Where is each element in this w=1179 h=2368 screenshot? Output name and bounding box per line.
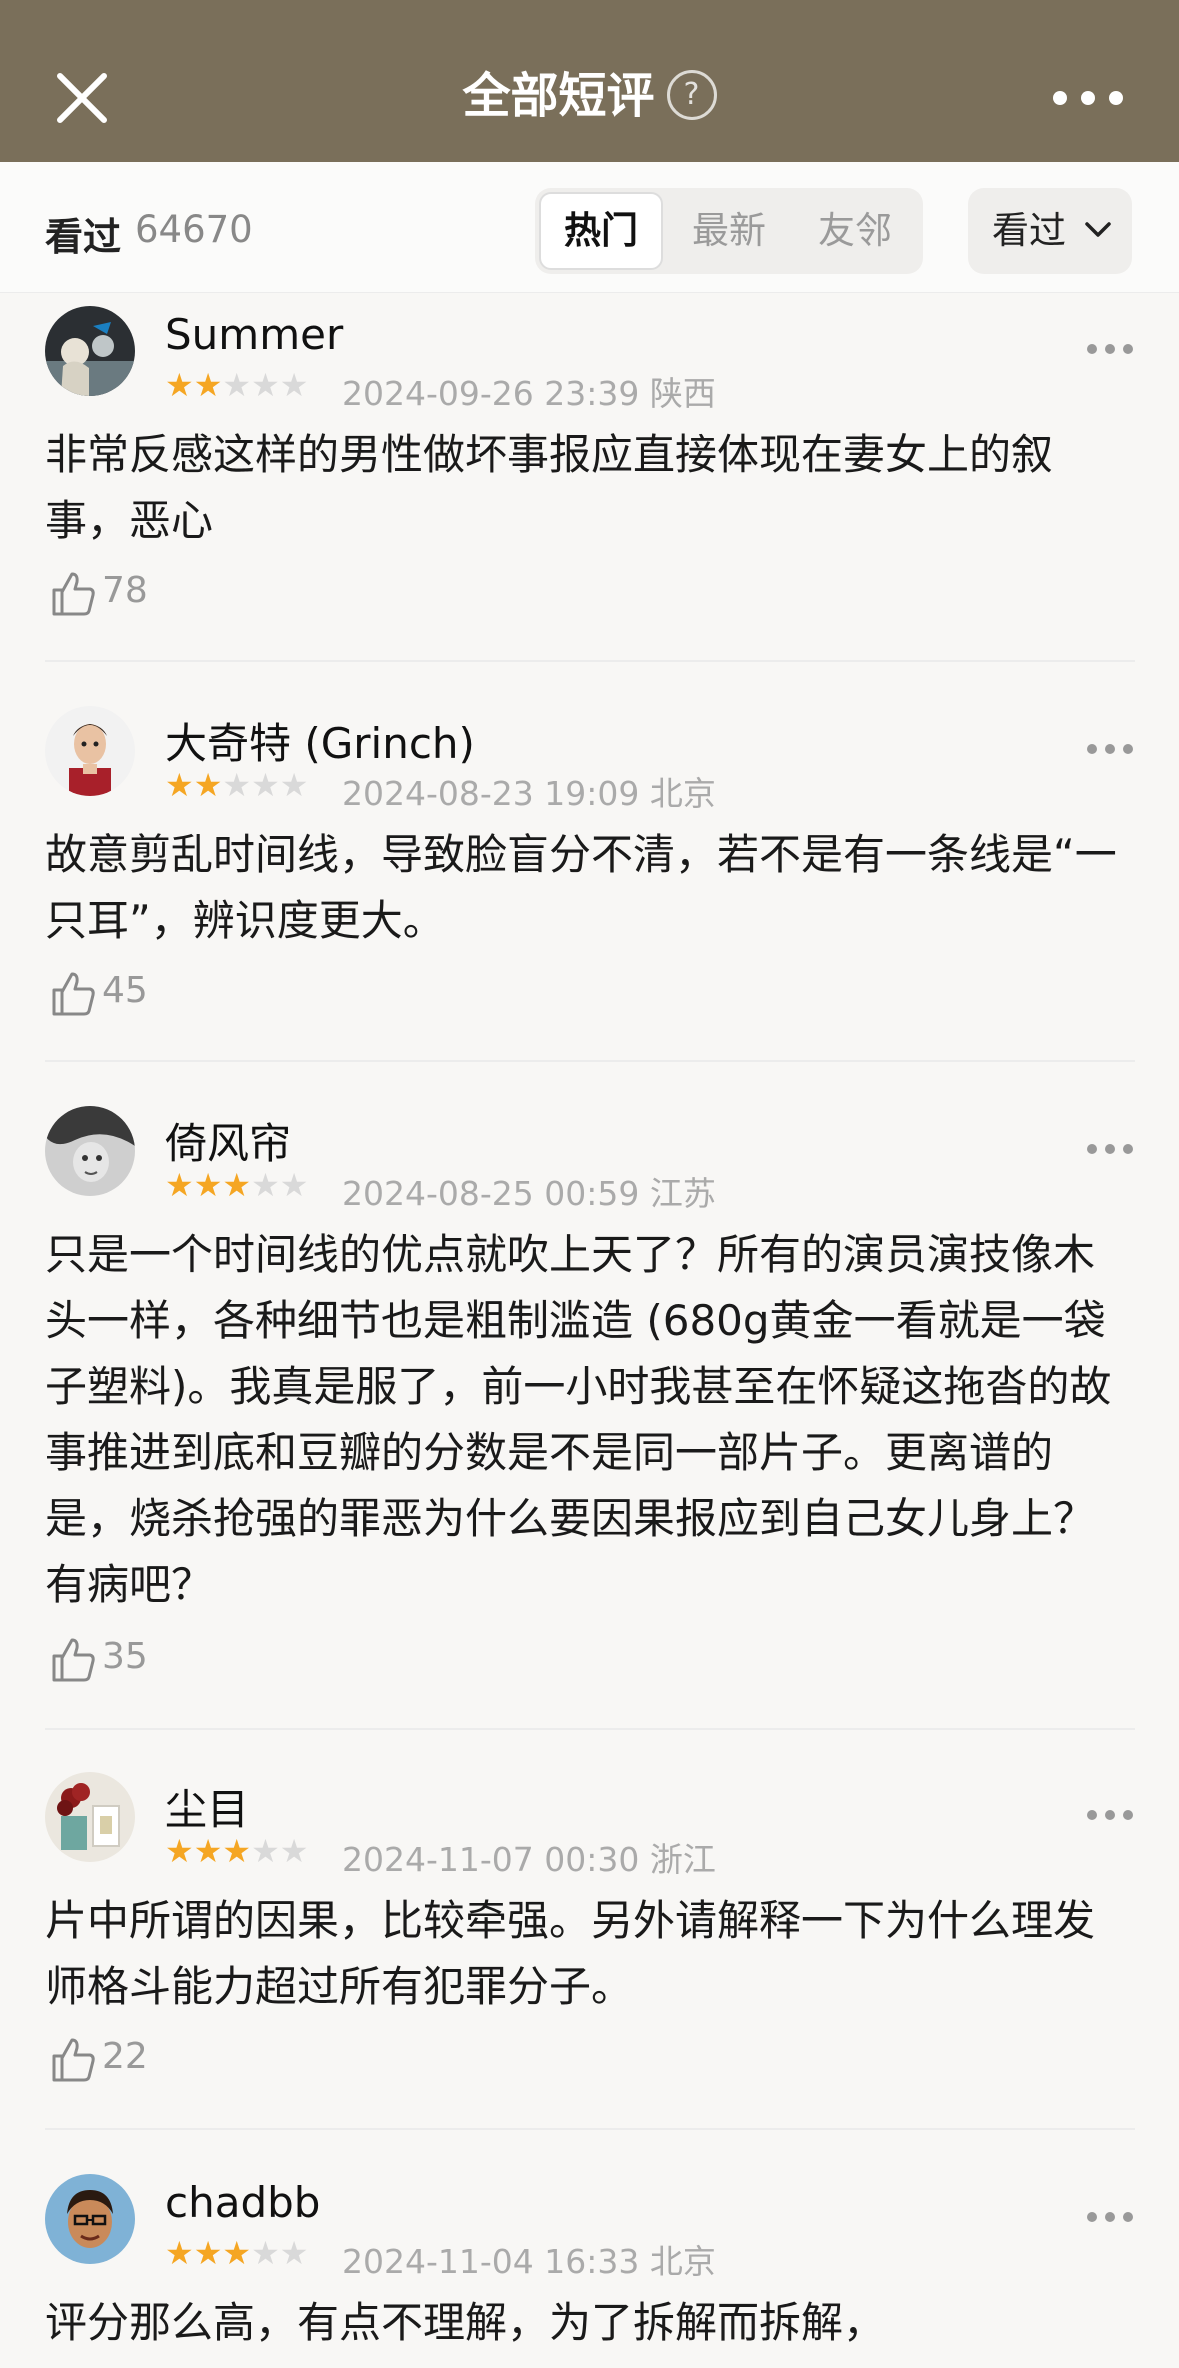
divider xyxy=(45,2128,1135,2130)
comment-text: 评分那么高，有点不理解，为了拆解而拆解， xyxy=(45,2298,886,2347)
comment-more-icon[interactable] xyxy=(1085,1142,1135,1156)
status-filter-label: 看过 xyxy=(992,209,1066,252)
comment-location: 江苏 xyxy=(649,1174,716,1213)
like-count: 45 xyxy=(102,970,148,1011)
avatar[interactable] xyxy=(45,306,135,396)
comment-meta: 2024-08-25 00:59 江苏 xyxy=(342,1167,716,1215)
author-name[interactable]: Summer xyxy=(165,310,343,359)
comment-meta: 2024-09-26 23:39 陕西 xyxy=(342,367,716,415)
author-name[interactable]: 大奇特 (Grinch) xyxy=(165,710,475,771)
chevron-down-icon xyxy=(1085,222,1111,237)
rating-stars: ★★★★★ xyxy=(165,1832,309,1870)
comment-more-icon[interactable] xyxy=(1085,2210,1135,2224)
like-count: 78 xyxy=(102,570,148,611)
comment-more-icon[interactable] xyxy=(1085,342,1135,356)
avatar[interactable] xyxy=(45,2174,135,2264)
top-navigation-bar: 全部短评? xyxy=(0,0,1179,162)
divider xyxy=(45,660,1135,662)
divider xyxy=(45,1728,1135,1730)
help-icon[interactable]: ? xyxy=(666,70,717,120)
thumbs-up-icon[interactable] xyxy=(48,2034,98,2084)
seen-label: 看过 xyxy=(45,215,122,259)
avatar[interactable] xyxy=(45,1772,135,1862)
rating-stars: ★★★★★ xyxy=(165,1166,309,1204)
comment-more-icon[interactable] xyxy=(1085,742,1135,756)
comment-meta: 2024-08-23 19:09 北京 xyxy=(342,767,716,815)
author-name[interactable]: chadbb xyxy=(165,2178,320,2227)
author-name[interactable]: 尘目 xyxy=(165,1776,249,1837)
rating-stars: ★★★★★ xyxy=(165,2234,309,2272)
comment-location: 北京 xyxy=(649,2242,716,2281)
more-options-icon[interactable] xyxy=(1050,80,1126,116)
tab-hot[interactable]: 热门 xyxy=(539,192,663,270)
page-title-text: 全部短评 xyxy=(462,68,655,124)
comment-location: 北京 xyxy=(649,774,716,813)
sort-segmented-control: 热门 最新 友邻 xyxy=(535,188,923,274)
rating-stars: ★★★★★ xyxy=(165,766,309,804)
comment-datetime: 2024-11-07 00:30 xyxy=(342,1840,640,1879)
avatar[interactable] xyxy=(45,706,135,796)
thumbs-up-icon[interactable] xyxy=(48,568,98,618)
comment-location: 浙江 xyxy=(649,1840,716,1879)
comment-meta: 2024-11-07 00:30 浙江 xyxy=(342,1833,716,1881)
comment-location: 陕西 xyxy=(649,374,716,413)
filter-bar: 看过 64670 热门 最新 友邻 看过 xyxy=(0,162,1179,293)
divider xyxy=(45,1060,1135,1062)
comment-datetime: 2024-09-26 23:39 xyxy=(342,374,640,413)
comment-text: 故意剪乱时间线，导致脸盲分不清，若不是有一条线是“一只耳”，辨识度更大。 xyxy=(45,830,1117,945)
author-name[interactable]: 倚风帘 xyxy=(165,1110,291,1171)
rating-stars: ★★★★★ xyxy=(165,366,309,404)
seen-count: 64670 xyxy=(135,208,253,251)
comment-text: 片中所谓的因果，比较牵强。另外请解释一下为什么理发师格斗能力超过所有犯罪分子。 xyxy=(45,1896,1096,2011)
avatar[interactable] xyxy=(45,1106,135,1196)
like-count: 22 xyxy=(102,2036,148,2077)
comment-datetime: 2024-08-23 19:09 xyxy=(342,774,640,813)
comment-text: 非常反感这样的男性做坏事报应直接体现在妻女上的叙事，恶心 xyxy=(45,430,1054,545)
thumbs-up-icon[interactable] xyxy=(48,1634,98,1684)
tab-friends[interactable]: 友邻 xyxy=(793,194,917,268)
comment-datetime: 2024-08-25 00:59 xyxy=(342,1174,640,1213)
status-filter-dropdown[interactable]: 看过 xyxy=(968,188,1132,274)
comment-text: 只是一个时间线的优点就吹上天了？所有的演员演技像木头一样，各种细节也是粗制滥造 … xyxy=(45,1230,1112,1609)
like-count: 35 xyxy=(102,1636,148,1677)
comment-meta: 2024-11-04 16:33 北京 xyxy=(342,2235,716,2283)
comment-datetime: 2024-11-04 16:33 xyxy=(342,2242,640,2281)
comment-more-icon[interactable] xyxy=(1085,1808,1135,1822)
page-title: 全部短评? xyxy=(0,60,1179,132)
tab-latest[interactable]: 最新 xyxy=(667,194,791,268)
thumbs-up-icon[interactable] xyxy=(48,968,98,1018)
